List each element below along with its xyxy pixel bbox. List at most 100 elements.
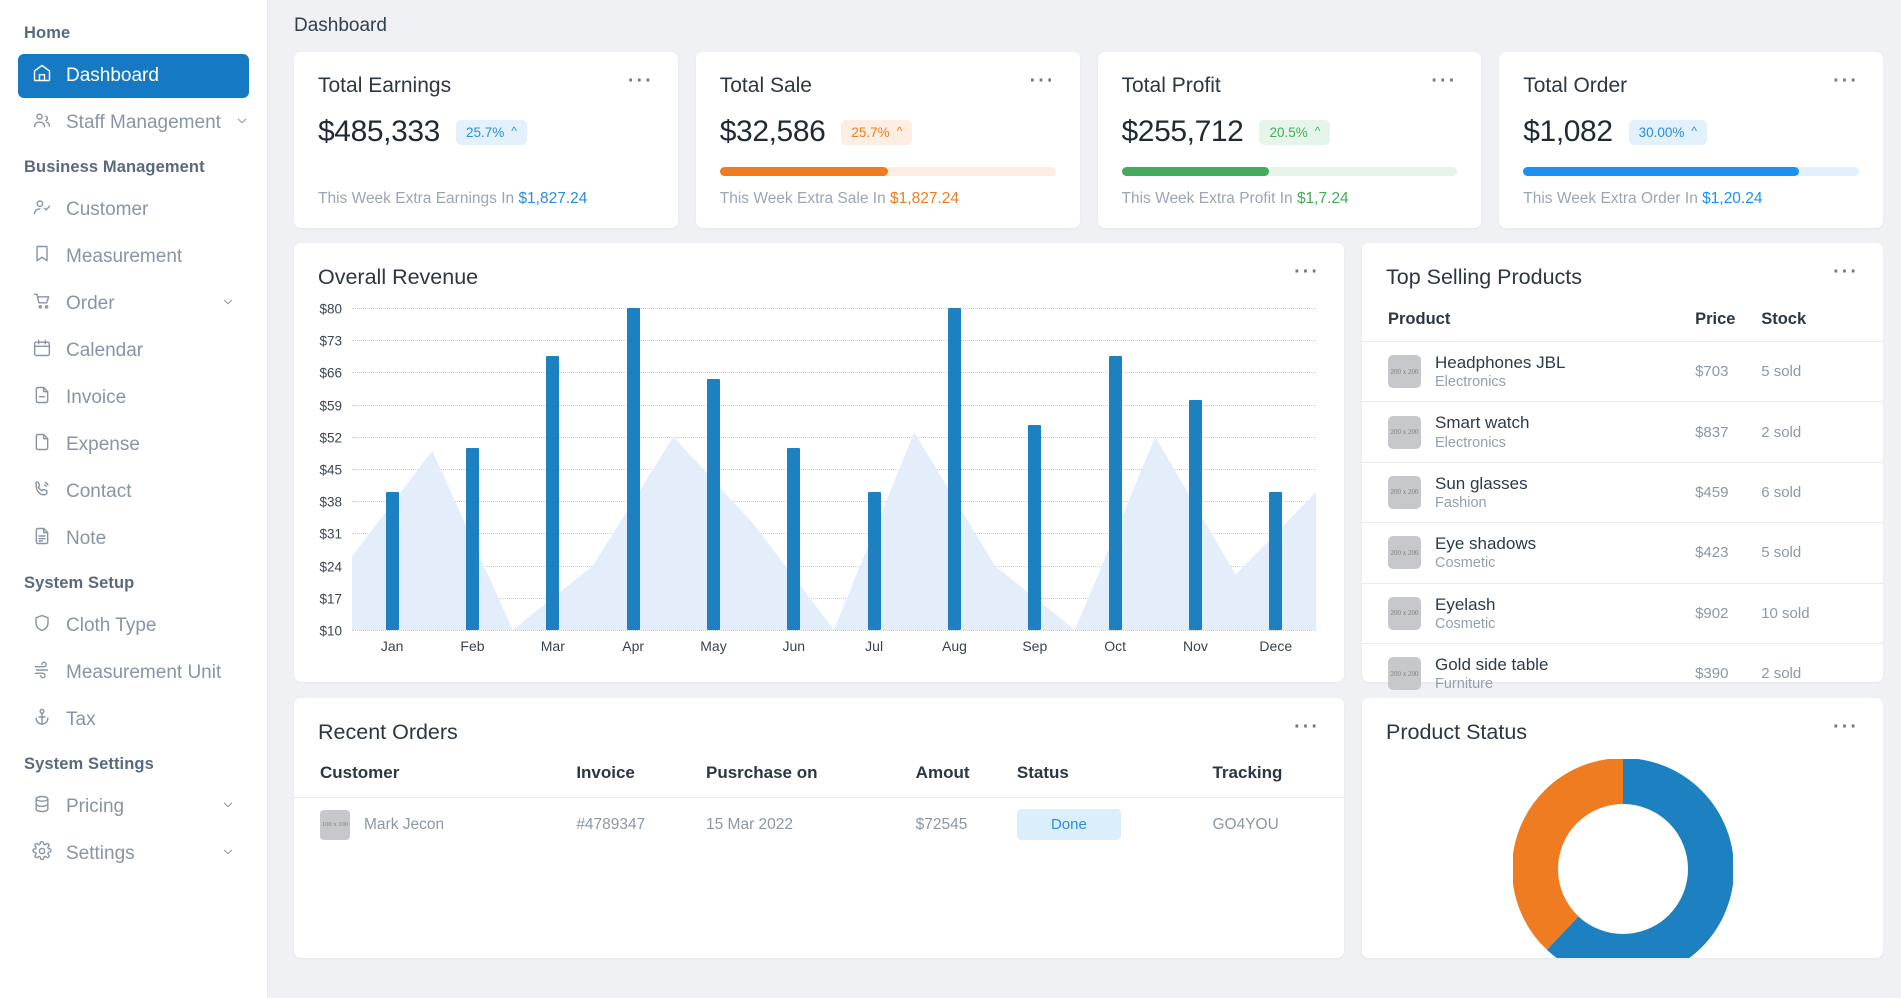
chart-x-tick-label: Sep (1022, 638, 1048, 654)
table-row[interactable]: 200 x 200 Headphones JBL Electronics $703 5 … (1362, 340, 1883, 402)
stat-card-footer-value: $1,827.24 (890, 190, 959, 207)
product-price: $423 (1695, 522, 1762, 583)
chart-y-tick-label: $31 (319, 526, 342, 542)
sidebar-item-staff-management[interactable]: Staff Management (18, 101, 249, 145)
overall-revenue-title: Overall Revenue (318, 265, 479, 289)
stat-card-menu-icon[interactable]: ⋯ (1028, 66, 1056, 92)
orders-column-header: Customer (320, 763, 400, 782)
sidebar-item-cloth-type[interactable]: Cloth Type (18, 604, 249, 648)
chart-x-tick-label: Jun (782, 638, 806, 654)
product-thumbnail: 200 x 200 (1388, 475, 1421, 509)
product-status-menu-icon[interactable]: ⋯ (1832, 712, 1860, 738)
top-selling-products-table: Product Price Stock 200 x 200 Headphones JB… (1362, 304, 1883, 764)
chevron-down-icon[interactable] (221, 843, 235, 865)
recent-orders-menu-icon[interactable]: ⋯ (1293, 712, 1321, 738)
sidebar-item-tax[interactable]: Tax (18, 698, 249, 742)
user-check-icon (32, 197, 52, 223)
chart-x-tick-label: May (700, 638, 727, 654)
sidebar-item-contact[interactable]: Contact (18, 470, 249, 514)
sidebar-item-measurement[interactable]: Measurement (18, 235, 249, 279)
product-category: Electronics (1435, 374, 1506, 391)
chevron-down-icon[interactable] (221, 293, 235, 315)
chart-y-tick-label: $73 (319, 333, 342, 349)
topbar: Dashboard (268, 0, 1901, 52)
stat-card-footer: This Week Extra Sale In $1,827.24 (720, 176, 1056, 208)
sidebar-item-label: Measurement Unit (66, 662, 222, 683)
chart-bar[interactable] (1188, 400, 1202, 630)
product-status-panel: Product Status ⋯ (1362, 698, 1883, 958)
top-selling-products-menu-icon[interactable]: ⋯ (1832, 257, 1860, 283)
tsp-product-cell: 200 x 200 Sun glasses Fashion (1362, 461, 1696, 523)
table-row[interactable]: 100 x 100 Mark Jecon #4789347 15 Mar 2022 $7… (294, 797, 1344, 851)
calendar-icon (32, 338, 52, 364)
chart-bar[interactable] (1108, 356, 1122, 630)
database-icon (32, 794, 52, 820)
chart-bar[interactable] (1269, 492, 1283, 630)
chart-bar[interactable] (1028, 425, 1042, 630)
sidebar-item-settings[interactable]: Settings (18, 832, 249, 876)
phone-icon (32, 479, 52, 505)
tsp-column-header: Product (1388, 310, 1451, 328)
sidebar-item-note[interactable]: Note (18, 517, 249, 561)
chart-bar[interactable] (787, 448, 801, 630)
product-thumbnail: 200 x 200 (1388, 596, 1421, 630)
product-name: Smart watch (1435, 413, 1530, 433)
recent-orders-panel: Recent Orders ⋯ Customer Invoice Pusrchase… (294, 698, 1344, 958)
orders-column-header: Invoice (576, 763, 635, 782)
chart-bar[interactable] (385, 492, 399, 630)
chart-y-tick-label: $45 (319, 462, 342, 478)
chart-y-tick-label: $80 (319, 301, 342, 317)
sidebar-item-measurement-unit[interactable]: Measurement Unit (18, 651, 249, 695)
table-row[interactable]: 200 x 200 Gold side table Furniture $390 2 s… (1362, 642, 1883, 704)
chevron-down-icon[interactable] (235, 112, 249, 134)
sidebar-item-expense[interactable]: Expense (18, 423, 249, 467)
overall-revenue-menu-icon[interactable]: ⋯ (1293, 257, 1321, 283)
chart-y-tick-label: $59 (319, 398, 342, 414)
stat-card-footer-value: $1,827.24 (518, 190, 588, 207)
sidebar-item-order[interactable]: Order (18, 282, 249, 326)
recent-orders-title: Recent Orders (318, 720, 458, 744)
order-amount: $72545 (915, 797, 1017, 851)
table-row[interactable]: 200 x 200 Eye shadows Cosmetic $423 5 sold (1362, 522, 1883, 583)
chart-y-tick-label: $10 (319, 623, 342, 639)
chart-bar-slot (352, 308, 432, 630)
bookmark-icon (32, 244, 52, 270)
tsp-product-cell: 200 x 200 Eye shadows Cosmetic (1362, 522, 1696, 583)
total-profit-progress-track (1121, 167, 1458, 176)
table-row[interactable]: 200 x 200 Smart watch Electronics $837 2 sol… (1362, 401, 1883, 463)
chart-bar[interactable] (546, 356, 560, 630)
stat-card-trend-value: 25.7% (465, 124, 505, 140)
chart-gridline: $10 (319, 624, 1316, 639)
sidebar-item-calendar[interactable]: Calendar (18, 329, 249, 373)
sidebar-item-dashboard[interactable]: Dashboard (18, 54, 249, 98)
chart-bar[interactable] (626, 308, 640, 630)
stat-card-trend-value: 25.7% (851, 124, 890, 140)
orders-column-header: Tracking (1212, 763, 1283, 782)
sidebar-item-pricing[interactable]: Pricing (18, 785, 249, 829)
product-price: $902 (1695, 582, 1762, 644)
chevron-down-icon[interactable] (221, 796, 235, 818)
users-icon (32, 110, 52, 136)
product-category: Fashion (1435, 495, 1487, 511)
stat-card-value: $32,586 (719, 115, 826, 148)
stat-card-menu-icon[interactable]: ⋯ (1430, 66, 1458, 92)
sidebar-item-invoice[interactable]: Invoice (18, 376, 249, 420)
stat-card-menu-icon[interactable]: ⋯ (626, 66, 654, 92)
chart-bars (352, 308, 1316, 630)
page-title: Dashboard (294, 15, 387, 36)
stat-card-footer-text: This Week Extra Sale In (719, 190, 891, 207)
product-stock: 2 sold (1761, 401, 1883, 463)
chart-bar[interactable] (867, 492, 881, 630)
table-row[interactable]: 200 x 200 Sun glasses Fashion $459 6 sold (1362, 461, 1883, 523)
total-order-progress-fill (1523, 167, 1799, 176)
chart-bar[interactable] (465, 448, 479, 630)
sidebar-item-customer[interactable]: Customer (18, 188, 249, 232)
chart-bar-slot (995, 308, 1075, 630)
sidebar-section-label: System Settings (24, 755, 154, 773)
table-row[interactable]: 200 x 200 Eyelash Cosmetic $902 10 sold (1362, 582, 1883, 644)
stat-card-menu-icon[interactable]: ⋯ (1832, 66, 1860, 92)
chart-bar[interactable] (706, 379, 720, 630)
chart-bar[interactable] (947, 308, 961, 630)
tsp-column-header: Stock (1761, 310, 1807, 328)
note-icon (32, 526, 52, 552)
